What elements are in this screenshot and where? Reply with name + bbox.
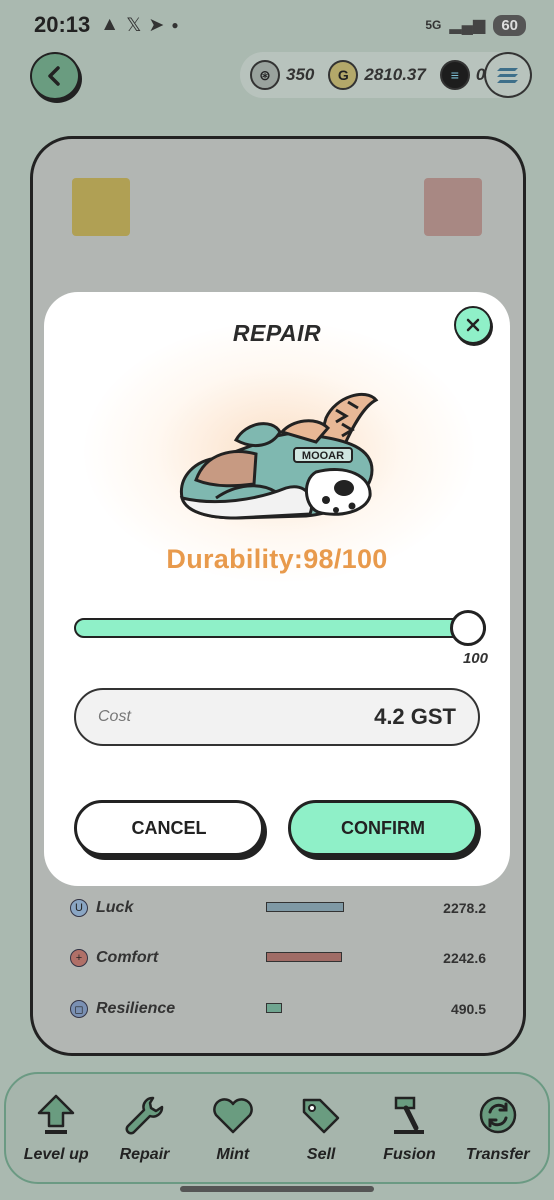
nav-label: Sell <box>306 1146 336 1163</box>
resilience-icon: ◻ <box>70 1000 88 1018</box>
attribute-row-comfort: + Comfort 2242.6 <box>70 946 500 970</box>
nav-level-up[interactable]: Level up <box>16 1092 96 1164</box>
bottom-action-bar: Level up Repair Mint Sell Fusion Transfe… <box>4 1072 550 1184</box>
warning-icon: ▲ <box>100 14 120 35</box>
attribute-bar <box>266 1003 282 1013</box>
chevron-left-icon <box>48 66 60 86</box>
repair-slider-thumb[interactable] <box>450 610 486 646</box>
network-indicator: 5G <box>425 18 442 32</box>
nav-transfer[interactable]: Transfer <box>458 1092 538 1164</box>
attribute-name: Comfort <box>96 949 159 966</box>
nav-label: Fusion <box>383 1146 436 1163</box>
nav-fusion[interactable]: Fusion <box>369 1092 449 1164</box>
confirm-button[interactable]: CONFIRM <box>288 800 478 856</box>
attribute-row-luck: U Luck 2278.2 <box>70 896 500 920</box>
status-icons: ▲ 𝕏 ➤ ● <box>100 14 178 37</box>
shoe-brand-label: MOOAR <box>302 450 344 462</box>
heart-icon <box>212 1098 253 1134</box>
gst-value: 2810.37 <box>364 65 426 84</box>
home-indicator[interactable] <box>180 1186 374 1192</box>
cost-value: 4.2 GST <box>374 704 456 729</box>
gst-coin-icon: G <box>328 60 359 90</box>
tag-icon <box>302 1098 340 1134</box>
repair-dialog: REPAIR MOOAR Durability:98/100 100 Cost … <box>44 292 510 886</box>
attribute-name: Resilience <box>96 1000 176 1017</box>
solana-button[interactable] <box>484 52 532 98</box>
energy-value: 350 <box>286 65 315 84</box>
luck-icon: U <box>70 899 88 917</box>
repair-slider-track[interactable] <box>74 618 486 638</box>
close-icon <box>466 318 480 332</box>
sol-coin-icon: ≡ <box>439 60 470 90</box>
attribute-value: 2278.2 <box>443 900 486 916</box>
telegram-icon: ➤ <box>148 14 165 36</box>
gem-slot-right-icon[interactable] <box>424 178 482 236</box>
nav-sell[interactable]: Sell <box>281 1092 361 1164</box>
gem-slot-left-icon[interactable] <box>72 178 130 236</box>
signal-icon: ▂▄▆ <box>449 17 486 34</box>
back-button[interactable] <box>30 52 80 100</box>
status-time: 20:13 <box>34 12 91 37</box>
transfer-icon <box>479 1096 517 1134</box>
nav-label: Transfer <box>465 1146 530 1163</box>
sneaker-image: MOOAR <box>179 392 379 520</box>
nav-label: Mint <box>216 1146 250 1163</box>
wrench-icon <box>126 1096 164 1135</box>
attribute-name: Luck <box>96 899 134 916</box>
cost-label: Cost <box>98 708 131 725</box>
attribute-row-resilience: ◻ Resilience 490.5 <box>70 997 500 1021</box>
energy-coin-icon: ⊛ <box>250 60 280 90</box>
solana-icon <box>497 68 518 83</box>
slider-max-label: 100 <box>462 650 488 667</box>
attribute-bar <box>266 952 342 962</box>
attribute-value: 490.5 <box>450 1001 486 1017</box>
status-bar: 20:13 ▲ 𝕏 ➤ ● 5G ▂▄▆ 60 <box>0 0 554 50</box>
dot-icon: ● <box>171 18 179 32</box>
x-icon: 𝕏 <box>126 14 142 36</box>
nav-label: Repair <box>119 1146 170 1163</box>
battery-badge: 60 <box>493 14 526 36</box>
dialog-title: REPAIR <box>232 320 322 346</box>
close-button[interactable] <box>454 306 492 344</box>
comfort-icon: + <box>70 949 88 967</box>
cost-field: Cost 4.2 GST <box>74 688 480 746</box>
hammer-icon <box>394 1096 425 1134</box>
attribute-bar <box>266 902 344 912</box>
level-up-icon <box>37 1094 75 1134</box>
nav-mint[interactable]: Mint <box>193 1092 273 1164</box>
attribute-value: 2242.6 <box>443 950 486 966</box>
cancel-button[interactable]: CANCEL <box>74 800 264 856</box>
nav-label: Level up <box>23 1146 89 1163</box>
durability-readout: Durability:98/100 <box>166 544 388 574</box>
nav-repair[interactable]: Repair <box>104 1092 184 1164</box>
